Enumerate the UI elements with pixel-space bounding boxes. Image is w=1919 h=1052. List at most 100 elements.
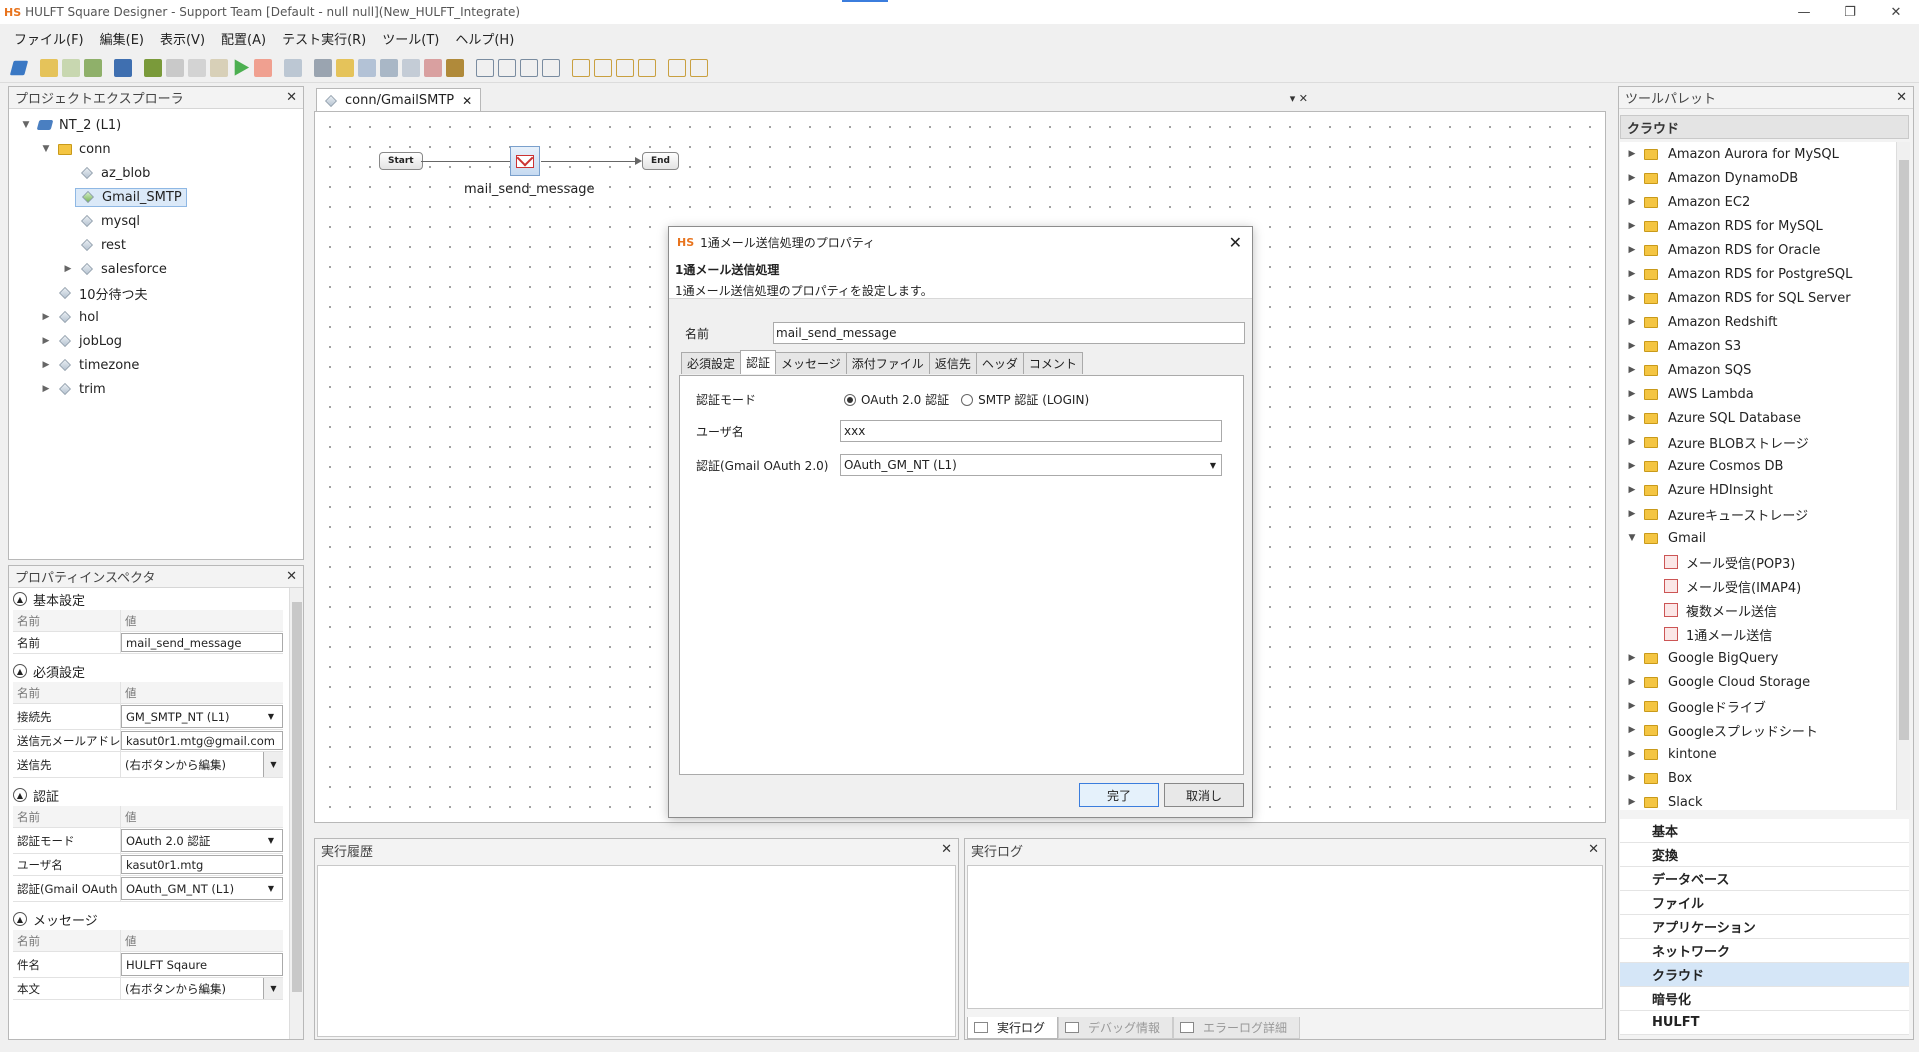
palette-category[interactable]: データベース (1620, 867, 1909, 891)
palette-category[interactable]: アプリケーション (1620, 915, 1909, 939)
flow-connector[interactable] (421, 161, 513, 162)
prop-oauth-select[interactable]: OAuth_GM_NT (L1) ▼ (121, 877, 283, 900)
group-required[interactable]: ▲ 必須設定 (9, 660, 289, 682)
palette-component[interactable]: 1通メール送信 (1620, 622, 1896, 646)
cancel-button[interactable]: 取消し (1164, 783, 1244, 807)
expand-arrow-icon[interactable]: ▶ (39, 360, 53, 370)
same-height-icon[interactable] (638, 58, 656, 77)
tab-required[interactable]: 必須設定 (681, 352, 742, 374)
menu-view[interactable]: 表示(V) (156, 27, 209, 50)
stop-icon[interactable] (254, 58, 272, 77)
distribute-v-icon[interactable] (594, 58, 612, 77)
prop-name-input[interactable]: mail_send_message (121, 633, 283, 652)
tree-item-hol[interactable]: ▶ hol (9, 305, 303, 329)
palette-item[interactable]: ▶ Azure SQL Database (1620, 406, 1896, 430)
palette-item[interactable]: ▶ Amazon RDS for Oracle (1620, 238, 1896, 262)
expand-arrow-icon[interactable]: ▼ (19, 120, 33, 130)
tools-icon[interactable] (314, 58, 332, 77)
palette-item[interactable]: ▶ Amazon RDS for PostgreSQL (1620, 262, 1896, 286)
palette-category[interactable]: ネットワーク (1620, 939, 1909, 963)
group-basic[interactable]: ▲ 基本設定 (9, 588, 289, 610)
name-input[interactable]: mail_send_message (773, 322, 1245, 344)
mail-send-node[interactable] (510, 146, 540, 176)
close-icon[interactable]: ✕ (941, 842, 952, 857)
expand-arrow-icon[interactable]: ▶ (1620, 197, 1644, 207)
palette-category[interactable]: クラウド (1620, 963, 1909, 987)
ungroup-icon[interactable] (690, 58, 708, 77)
new-folder-icon[interactable] (62, 58, 80, 77)
palette-item[interactable]: ▶ Googleスプレッドシート (1620, 718, 1896, 742)
collapse-icon[interactable]: ▲ (13, 592, 27, 606)
connector-icon[interactable] (380, 58, 398, 77)
expand-arrow-icon[interactable]: ▶ (39, 312, 53, 322)
expand-arrow-icon[interactable]: ▼ (39, 144, 53, 154)
expand-arrow-icon[interactable]: ▶ (1620, 173, 1644, 183)
align-left-icon[interactable] (476, 58, 494, 77)
expand-arrow-icon[interactable]: ▶ (1620, 773, 1644, 783)
close-icon[interactable]: ✕ (286, 90, 297, 105)
debug-icon[interactable] (144, 58, 162, 77)
menu-arrange[interactable]: 配置(A) (217, 27, 270, 50)
selected-item[interactable]: Gmail_SMTP (75, 187, 187, 207)
collapse-icon[interactable]: ▲ (13, 664, 27, 678)
palette-category[interactable]: 変換 (1620, 843, 1909, 867)
tree-item-root[interactable]: ▼ NT_2 (L1) (9, 113, 303, 137)
expand-arrow-icon[interactable]: ▶ (1620, 797, 1644, 807)
tree-item-gmail-smtp[interactable]: Gmail_SMTP (9, 185, 303, 209)
edit-dropdown-icon[interactable]: ▼ (263, 752, 283, 777)
paste-icon[interactable] (210, 58, 228, 77)
expand-arrow-icon[interactable]: ▶ (39, 336, 53, 346)
expand-arrow-icon[interactable]: ▶ (1620, 509, 1644, 519)
expand-arrow-icon[interactable]: ▶ (1620, 293, 1644, 303)
oauth-radio[interactable] (844, 393, 856, 406)
tab-reply-to[interactable]: 返信先 (928, 352, 977, 374)
edit-dropdown-icon[interactable]: ▼ (263, 978, 283, 999)
palette-item[interactable]: ▶ Amazon S3 (1620, 334, 1896, 358)
tab-message[interactable]: メッセージ (775, 352, 847, 374)
tab-error-log[interactable]: エラーログ詳細 (1173, 1017, 1301, 1039)
oauth-radio-label[interactable]: OAuth 2.0 認証 (861, 391, 949, 408)
run-icon[interactable] (234, 59, 250, 76)
expand-arrow-icon[interactable]: ▶ (1620, 485, 1644, 495)
ok-button[interactable]: 完了 (1079, 783, 1159, 807)
group-icon[interactable] (668, 58, 686, 77)
align-right-icon[interactable] (520, 58, 538, 77)
smtp-radio[interactable] (961, 393, 974, 406)
expand-arrow-icon[interactable]: ▶ (1620, 461, 1644, 471)
dropdown-arrow-icon[interactable]: ▼ (1210, 461, 1216, 470)
palette-item[interactable]: ▶ Google BigQuery (1620, 646, 1896, 670)
palette-item[interactable]: ▶ Amazon EC2 (1620, 190, 1896, 214)
prop-from-input[interactable]: kasut0r1.mtg@gmail.com (121, 731, 283, 750)
project-icon[interactable] (9, 60, 29, 75)
palette-category[interactable]: 基本 (1620, 819, 1909, 843)
palette-item[interactable]: ▶ Amazon DynamoDB (1620, 166, 1896, 190)
palette-component[interactable]: メール受信(POP3) (1620, 550, 1896, 574)
grid-icon[interactable] (284, 58, 302, 77)
tab-attachment[interactable]: 添付ファイル (845, 352, 930, 374)
tree-item-conn[interactable]: ▼ conn (9, 137, 303, 161)
palette-item[interactable]: ▶ Azureキューストレージ (1620, 502, 1896, 526)
cut-icon[interactable] (166, 58, 184, 77)
bug-icon[interactable] (446, 58, 464, 77)
close-icon[interactable]: ✕ (1588, 842, 1599, 857)
close-icon[interactable]: ✕ (462, 94, 472, 108)
expand-arrow-icon[interactable]: ▶ (1620, 437, 1644, 447)
expand-arrow-icon[interactable]: ▶ (61, 264, 75, 274)
group-auth[interactable]: ▲ 認証 (9, 784, 289, 806)
palette-item[interactable]: ▼ Gmail (1620, 526, 1896, 550)
close-window-button[interactable]: ✕ (1873, 0, 1919, 24)
inspector-scrollbar[interactable] (289, 588, 303, 1039)
expand-arrow-icon[interactable]: ▶ (1620, 749, 1644, 759)
palette-item[interactable]: ▶ Amazon RDS for SQL Server (1620, 286, 1896, 310)
palette-item[interactable]: ▶ Azure HDInsight (1620, 478, 1896, 502)
palette-item[interactable]: ▶ Amazon RDS for MySQL (1620, 214, 1896, 238)
end-node[interactable]: End (642, 152, 679, 170)
expand-arrow-icon[interactable]: ▶ (1620, 149, 1644, 159)
new-script-icon[interactable] (40, 58, 58, 77)
tree-item-wait[interactable]: 10分待つ夫 (9, 281, 303, 305)
distribute-h-icon[interactable] (572, 58, 590, 77)
expand-arrow-icon[interactable]: ▼ (1620, 533, 1644, 543)
dropdown-arrow-icon[interactable]: ▼ (268, 836, 274, 845)
expand-arrow-icon[interactable]: ▶ (1620, 221, 1644, 231)
align-center-icon[interactable] (498, 58, 516, 77)
